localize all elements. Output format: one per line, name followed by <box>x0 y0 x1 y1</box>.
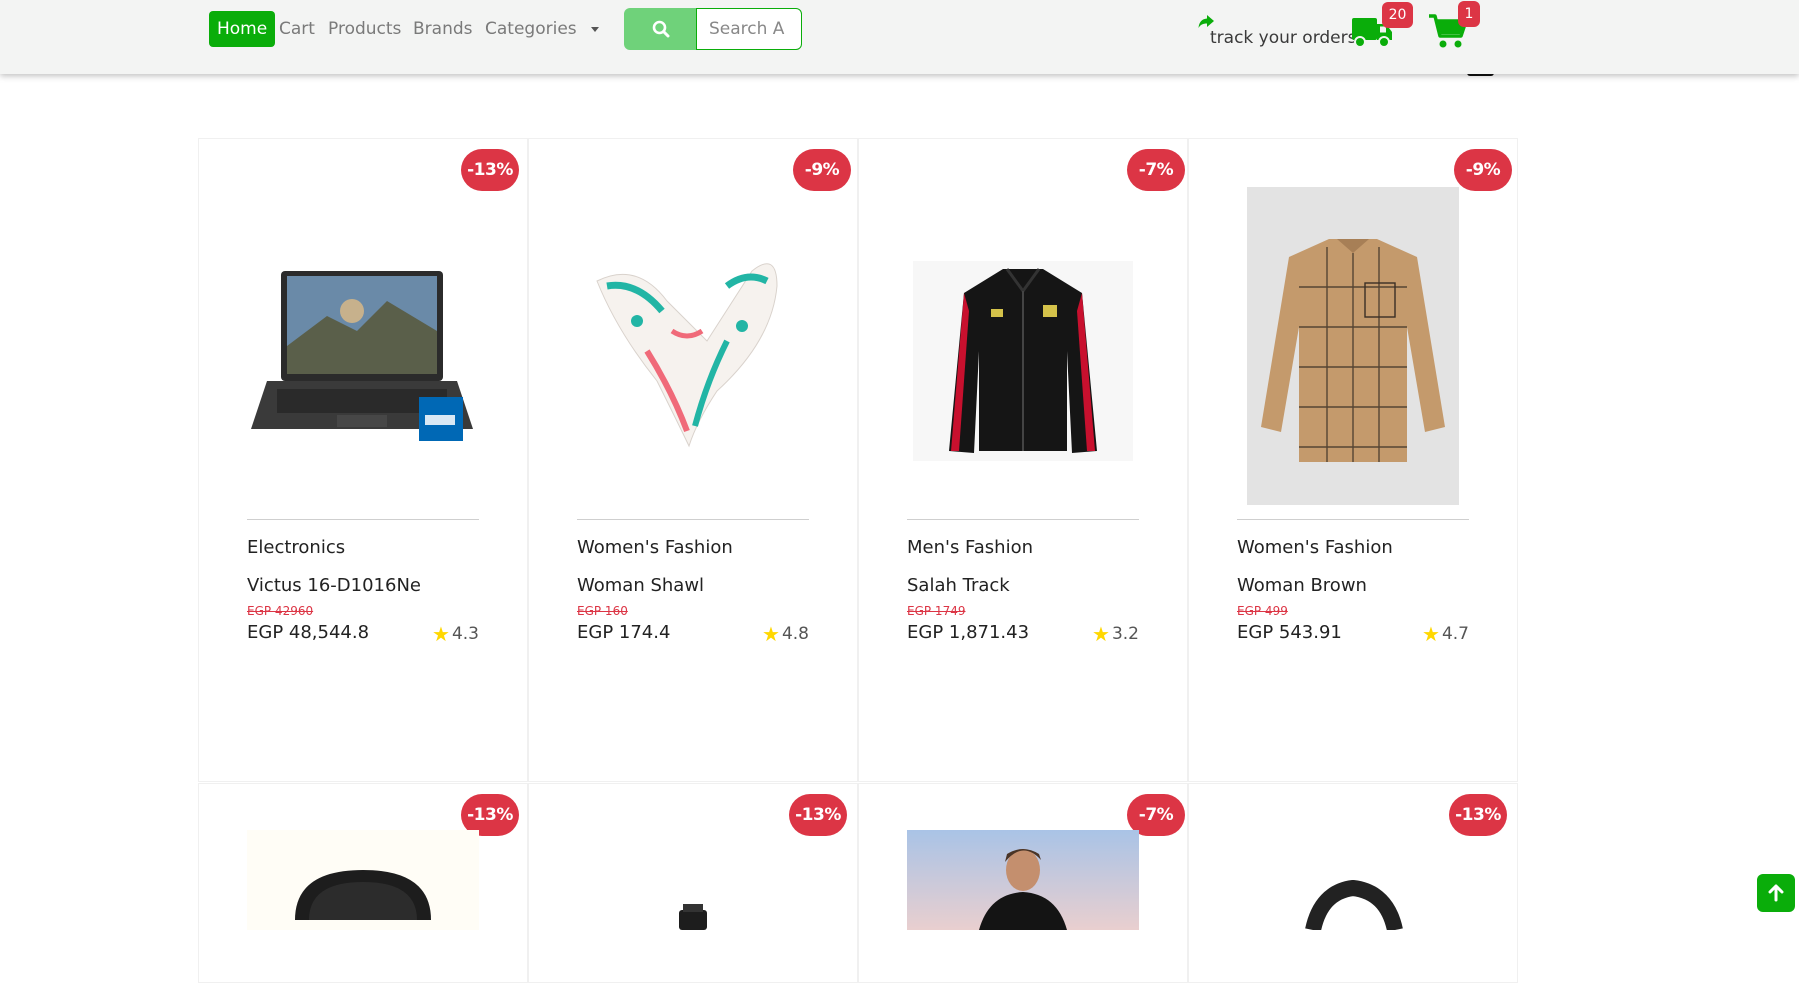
product-card[interactable]: -13% Electronics Victus 16-D1016Ne EGP 4… <box>198 138 528 782</box>
nav-categories[interactable]: Categories <box>485 11 577 47</box>
product-category: Electronics <box>247 537 346 558</box>
old-price: EGP 42960 <box>247 604 314 618</box>
cart-badge: 1 <box>1458 1 1480 27</box>
discount-badge: -9% <box>1454 149 1512 191</box>
navbar: Home Cart Products Brands Categories tra… <box>0 0 1799 74</box>
old-price: EGP 499 <box>1237 604 1288 618</box>
card-divider <box>247 519 479 520</box>
star-icon: ★ <box>1092 622 1110 646</box>
old-price: EGP 1749 <box>907 604 966 618</box>
product-price: EGP 543.91 <box>1237 622 1342 643</box>
product-card[interactable]: -9% Women's Fashion Woman Shawl EGP 160 … <box>528 138 858 782</box>
man-portrait-image <box>907 830 1139 930</box>
nav-cart[interactable]: Cart <box>279 11 315 47</box>
product-price: EGP 174.4 <box>577 622 671 643</box>
share-arrow-icon <box>1198 15 1214 28</box>
rating-value: 4.7 <box>1441 624 1469 644</box>
product-title[interactable]: Woman Brown <box>1237 575 1367 596</box>
track-orders-link[interactable]: track your orders <box>1198 13 1356 53</box>
product-title[interactable]: Victus 16-D1016Ne <box>247 575 421 596</box>
track-orders-label: track your orders <box>1210 28 1357 48</box>
smart-band-image <box>1305 879 1403 930</box>
card-divider <box>577 519 809 520</box>
star-icon: ★ <box>1422 622 1440 646</box>
scroll-to-top-button[interactable] <box>1757 874 1795 912</box>
product-category: Women's Fashion <box>1237 537 1393 558</box>
product-rating: ★ 4.3 <box>432 624 479 644</box>
product-rating: ★ 4.8 <box>762 624 809 644</box>
product-category: Men's Fashion <box>907 537 1033 558</box>
search-button[interactable] <box>624 8 697 50</box>
watch-image <box>679 904 707 930</box>
discount-badge: -9% <box>793 149 851 191</box>
chevron-down-icon[interactable] <box>591 27 599 32</box>
earbuds-case-image <box>247 830 479 930</box>
nav-home[interactable]: Home <box>209 11 276 47</box>
old-price: EGP 160 <box>577 604 628 618</box>
product-card[interactable]: -13% <box>1188 783 1518 983</box>
laptop-image <box>247 187 479 505</box>
product-card[interactable]: -7% <box>858 783 1188 983</box>
shawl-image <box>577 187 809 505</box>
truck-badge: 20 <box>1382 2 1413 28</box>
nav-products[interactable]: Products <box>328 11 401 47</box>
product-rating: ★ 3.2 <box>1092 624 1139 644</box>
star-icon: ★ <box>762 622 780 646</box>
product-card[interactable]: -9% Women's Fashion Woman Brown EGP 499 … <box>1188 138 1518 782</box>
discount-badge: -7% <box>1127 149 1185 191</box>
card-divider <box>907 519 1139 520</box>
rating-value: 4.8 <box>781 624 809 644</box>
product-category: Women's Fashion <box>577 537 733 558</box>
shirt-image <box>1237 187 1469 505</box>
jacket-image <box>907 187 1139 505</box>
product-price: EGP 1,871.43 <box>907 622 1030 643</box>
search-input[interactable] <box>696 8 802 50</box>
rating-value: 4.3 <box>451 624 479 644</box>
product-card[interactable]: -7% Men's Fashion Salah Track EGP 1749 E… <box>858 138 1188 782</box>
product-price: EGP 48,544.8 <box>247 622 370 643</box>
product-card[interactable]: -13% <box>528 783 858 983</box>
search-icon <box>652 20 669 38</box>
card-divider <box>1237 519 1469 520</box>
product-title[interactable]: Woman Shawl <box>577 575 704 596</box>
star-icon: ★ <box>432 622 450 646</box>
arrow-up-icon <box>1768 884 1784 902</box>
product-card[interactable]: -13% <box>198 783 528 983</box>
discount-badge: -13% <box>461 149 519 191</box>
product-rating: ★ 4.7 <box>1422 624 1469 644</box>
rating-value: 3.2 <box>1111 624 1139 644</box>
product-title[interactable]: Salah Track <box>907 575 1010 596</box>
nav-brands[interactable]: Brands <box>413 11 473 47</box>
